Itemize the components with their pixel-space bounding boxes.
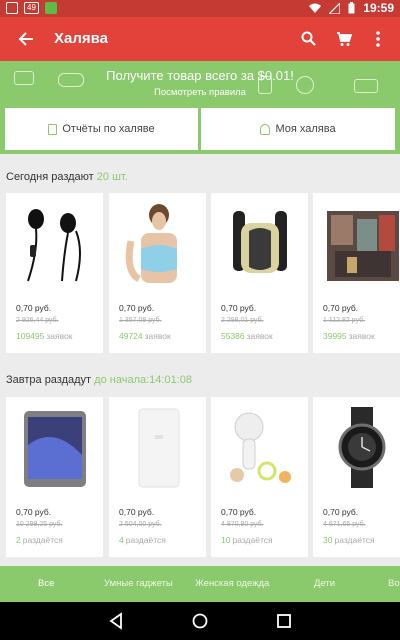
product-card[interactable]: 0,70 руб. 1 112,82 руб. 39995 заявок <box>313 193 400 353</box>
card-count-unit: заявок <box>246 331 273 341</box>
home-nav-icon[interactable] <box>190 611 210 631</box>
product-card[interactable]: 0,70 руб. 2 926,44 руб. 109495 заявок <box>6 193 103 353</box>
card-count-unit: раздаётся <box>232 535 273 545</box>
card-old-price: 4 870,90 руб. <box>221 521 264 528</box>
signal-icon <box>329 2 341 14</box>
card-old-price: 10 299,25 руб. <box>16 521 63 528</box>
recents-nav-icon[interactable] <box>274 611 294 631</box>
back-nav-icon[interactable] <box>106 611 126 631</box>
card-count-value: 55386 <box>221 331 245 341</box>
card-price: 0,70 руб. <box>119 507 155 517</box>
cart-icon[interactable] <box>332 27 356 51</box>
card-old-price: 2 926,44 руб. <box>16 317 59 324</box>
face-brush-image <box>219 405 300 490</box>
card-price: 0,70 руб. <box>16 507 52 517</box>
card-count: 4 раздаётся <box>119 535 166 545</box>
power-bank-image <box>117 405 198 490</box>
product-card[interactable]: 0,70 руб. 4 870,90 руб. 10 раздаётся <box>211 397 308 557</box>
product-card[interactable]: 0,70 руб. 1 357,09 руб. 49724 заявок <box>109 193 206 353</box>
clock: 19:59 <box>363 1 394 15</box>
banner-title: Получите товар всего за $0.01! <box>106 68 294 83</box>
card-count-value: 39995 <box>323 331 347 341</box>
product-card[interactable]: 0,70 руб. 2 504,00 руб. 4 раздаётся <box>109 397 206 557</box>
card-old-price: 1 357,09 руб. <box>119 317 162 324</box>
card-price: 0,70 руб. <box>119 303 155 313</box>
card-count-unit: заявок <box>348 331 375 341</box>
tomorrow-header: Завтра раздадут до начала:14:01:08 <box>6 374 192 386</box>
category-tab-all[interactable]: Все <box>38 578 54 589</box>
wifi-icon <box>309 3 322 13</box>
earphones-image <box>14 201 95 286</box>
tomorrow-title: Завтра раздадут <box>6 374 92 386</box>
countdown: до начала:14:01:08 <box>94 374 192 386</box>
tab-reports[interactable]: Отчёты по халяве <box>5 108 198 150</box>
card-old-price: 2 298,01 руб. <box>221 317 264 324</box>
page-title: Халява <box>54 30 108 47</box>
today-title: Сегодня раздают <box>6 171 94 183</box>
card-old-price: 2 504,00 руб. <box>119 521 162 528</box>
today-header: Сегодня раздают 20 шт. <box>6 171 128 183</box>
card-price: 0,70 руб. <box>323 507 359 517</box>
more-vert-icon[interactable] <box>366 27 390 51</box>
tab-my-freebies[interactable]: Моя халява <box>201 108 395 150</box>
report-icon <box>48 123 58 135</box>
app-bar: Халява <box>0 17 400 61</box>
sports-bra-image <box>117 201 198 286</box>
promo-banner[interactable]: Получите товар всего за $0.01! Посмотрет… <box>0 61 400 106</box>
today-count: 20 шт. <box>96 171 128 183</box>
card-count: 2 раздаётся <box>16 535 63 545</box>
category-tab-women[interactable]: Женская одежда <box>195 578 269 589</box>
card-count-value: 2 <box>16 535 21 545</box>
card-count-value: 109495 <box>16 331 45 341</box>
card-count-value: 30 <box>323 535 333 545</box>
card-count: 30 раздаётся <box>323 535 375 545</box>
battery-icon <box>348 2 355 14</box>
card-count-value: 49724 <box>119 331 143 341</box>
arrow-left-icon[interactable] <box>14 27 38 51</box>
search-icon[interactable] <box>297 27 321 51</box>
card-old-price: 4 671,65 руб. <box>323 521 366 528</box>
card-price: 0,70 руб. <box>221 507 257 517</box>
card-count-value: 4 <box>119 535 124 545</box>
card-price: 0,70 руб. <box>323 303 359 313</box>
card-count-unit: раздаётся <box>22 535 63 545</box>
card-price: 0,70 руб. <box>221 303 257 313</box>
card-count: 55386 заявок <box>221 331 273 341</box>
canvas-print-image <box>321 201 400 286</box>
product-card[interactable]: 0,70 руб. 2 298,01 руб. 55386 заявок <box>211 193 308 353</box>
card-count-unit: раздаётся <box>334 535 375 545</box>
smartphone-image <box>14 405 95 490</box>
product-card[interactable]: 0,70 руб. 10 299,25 руб. 2 раздаётся <box>6 397 103 557</box>
status-bar: 49 19:59 <box>0 0 400 17</box>
tab-my-freebies-label: Моя халява <box>275 123 336 135</box>
card-count-unit: заявок <box>46 331 73 341</box>
app-notification-icon <box>44 2 57 14</box>
notification-badge: 49 <box>24 2 39 14</box>
category-tab-gadgets[interactable]: Умные гаджеты <box>104 578 173 589</box>
tab-reports-label: Отчёты по халяве <box>62 123 155 135</box>
product-card[interactable]: 0,70 руб. 4 671,65 руб. 30 раздаётся <box>313 397 400 557</box>
card-old-price: 1 112,82 руб. <box>323 317 366 324</box>
card-count-unit: заявок <box>144 331 171 341</box>
card-count-value: 10 <box>221 535 231 545</box>
category-tab-more[interactable]: Во <box>388 578 400 589</box>
card-count-unit: раздаётся <box>125 535 166 545</box>
system-nav-bar <box>0 602 400 640</box>
image-notification-icon <box>6 2 18 14</box>
user-icon <box>260 123 271 135</box>
category-tab-kids[interactable]: Дети <box>314 578 335 589</box>
card-count: 39995 заявок <box>323 331 375 341</box>
card-count: 10 раздаётся <box>221 535 273 545</box>
card-count: 109495 заявок <box>16 331 72 341</box>
wristwatch-image <box>321 405 400 490</box>
category-tabs: Все Умные гаджеты Женская одежда Дети Во <box>0 566 400 602</box>
card-price: 0,70 руб. <box>16 303 52 313</box>
baby-carrier-image <box>219 201 300 286</box>
card-count: 49724 заявок <box>119 331 171 341</box>
freebie-tabs: Отчёты по халяве Моя халява <box>0 106 400 154</box>
rules-link[interactable]: Посмотреть правила <box>0 87 400 98</box>
